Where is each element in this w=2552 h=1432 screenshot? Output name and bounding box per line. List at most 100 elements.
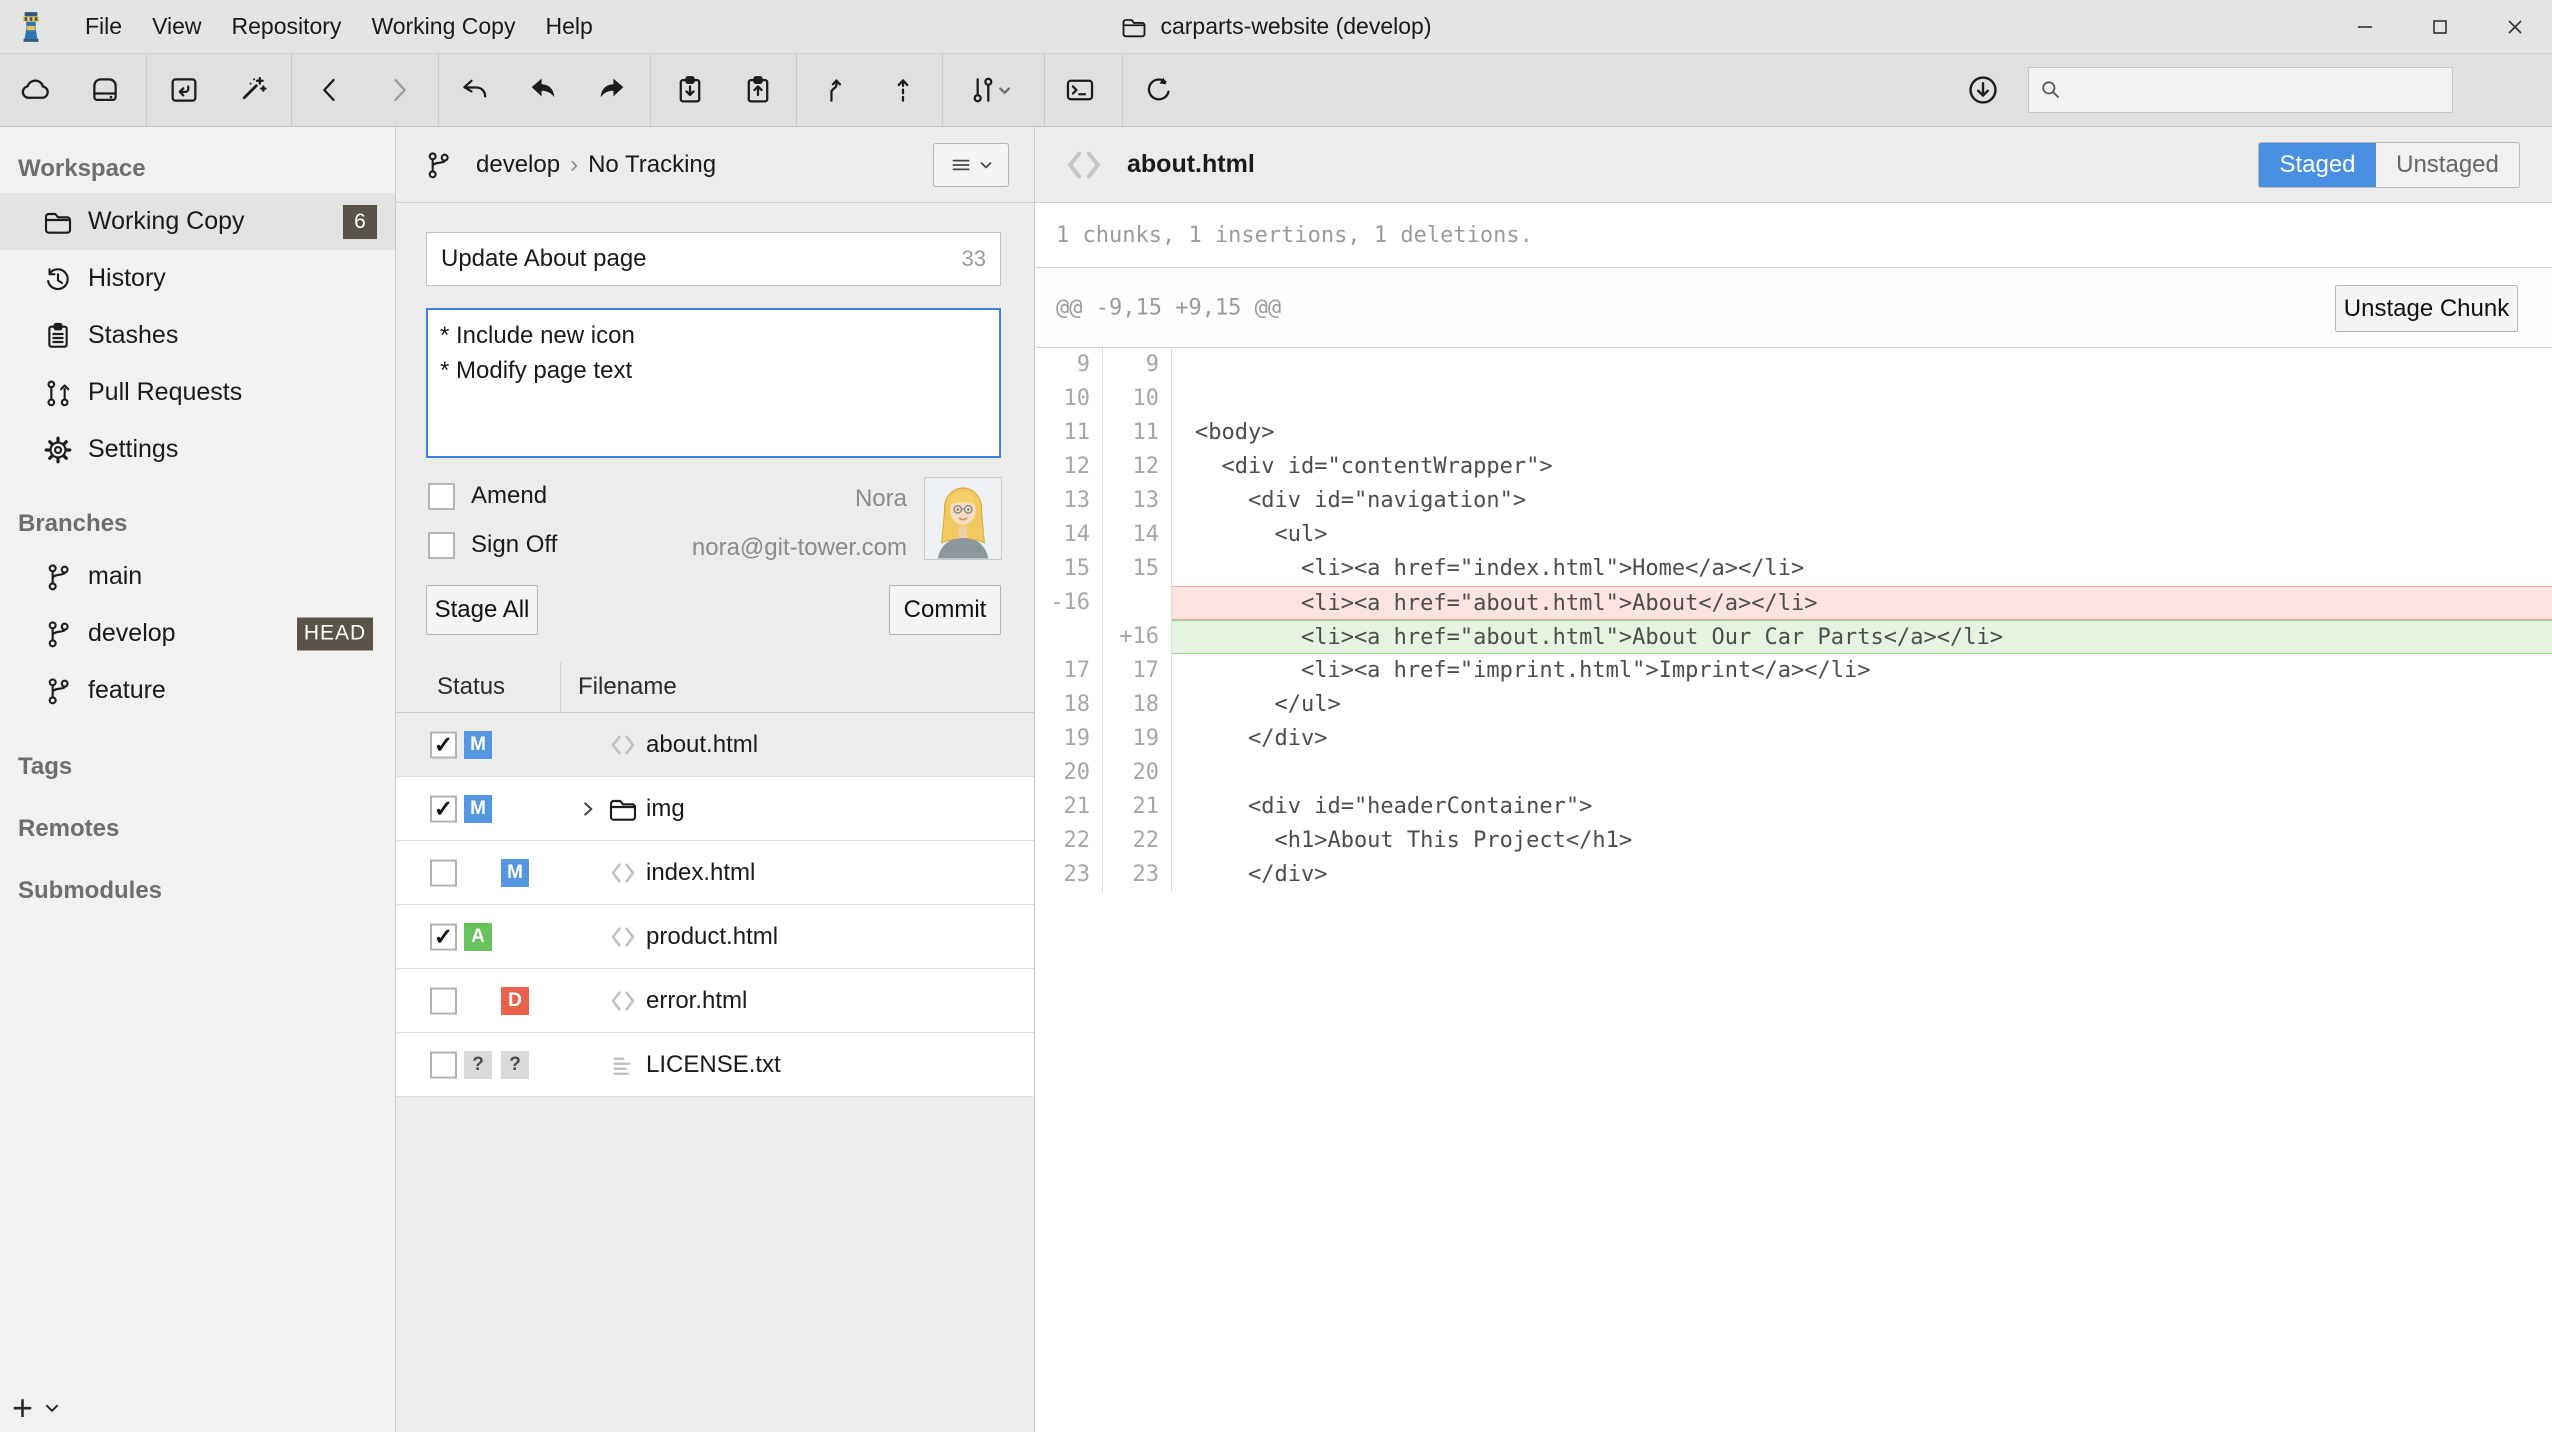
compare-button[interactable] xyxy=(958,68,1020,112)
terminal-button[interactable] xyxy=(1058,68,1102,112)
stage-checkbox[interactable]: ✓ xyxy=(430,795,457,822)
file-row-license[interactable]: ? ? LICENSE.txt xyxy=(396,1033,1034,1097)
code-text: <div id="headerContainer"> xyxy=(1172,790,2552,824)
subject-char-counter: 33 xyxy=(962,246,986,272)
search-input[interactable] xyxy=(2064,68,2452,112)
signoff-label: Sign Off xyxy=(471,531,557,559)
menu-file[interactable]: File xyxy=(70,0,137,53)
sidebar-item-settings[interactable]: Settings xyxy=(0,421,395,478)
old-line-number: 20 xyxy=(1035,756,1103,790)
diff-line-added: +16 <li><a href="about.html">About Our C… xyxy=(1035,620,2552,654)
commit-message-textarea[interactable]: * Include new icon * Modify page text xyxy=(426,308,1001,458)
unstage-chunk-button[interactable]: Unstage Chunk xyxy=(2335,285,2518,332)
search-field[interactable] xyxy=(2028,67,2453,113)
column-divider[interactable] xyxy=(560,662,561,713)
diff-line-deleted: -16 <li><a href="about.html">About</a></… xyxy=(1035,586,2552,620)
undo-button[interactable] xyxy=(453,68,497,112)
new-line-number: 12 xyxy=(1103,450,1172,484)
file-list-header: Status Filename xyxy=(396,662,1034,713)
stash-apply-button[interactable] xyxy=(736,68,780,112)
close-button[interactable] xyxy=(2477,0,2552,53)
breadcrumb-separator: › xyxy=(570,151,578,178)
stash-save-button[interactable] xyxy=(668,68,712,112)
file-name: LICENSE.txt xyxy=(646,1051,781,1079)
submodules-section-header[interactable]: Submodules xyxy=(0,877,395,905)
filename-column-header[interactable]: Filename xyxy=(578,673,677,701)
commit-button[interactable]: Commit xyxy=(889,585,1001,635)
local-repositories-button[interactable] xyxy=(83,68,127,112)
sidebar-branch-main[interactable]: main xyxy=(0,548,395,605)
stage-checkbox[interactable] xyxy=(430,1051,457,1078)
unstaged-tab[interactable]: Unstaged xyxy=(2376,143,2519,187)
tracking-status[interactable]: No Tracking xyxy=(588,151,716,178)
pull-request-icon xyxy=(42,377,74,409)
stage-checkbox[interactable] xyxy=(430,987,457,1014)
file-row-index[interactable]: M index.html xyxy=(396,841,1034,905)
tags-section-header[interactable]: Tags xyxy=(0,753,395,781)
sidebar-item-stashes[interactable]: Stashes xyxy=(0,307,395,364)
amend-checkbox[interactable] xyxy=(428,483,455,510)
diff-view[interactable]: 99 1010 1111<body> 1212 <div id="content… xyxy=(1035,348,2552,892)
commit-subject-input[interactable]: Update About page 33 xyxy=(426,232,1001,286)
menu-working-copy[interactable]: Working Copy xyxy=(356,0,530,53)
file-row-product[interactable]: ✓ A product.html xyxy=(396,905,1034,969)
maximize-button[interactable] xyxy=(2402,0,2477,53)
menu-repository[interactable]: Repository xyxy=(217,0,357,53)
sidebar-branch-develop[interactable]: develop HEAD xyxy=(0,605,395,662)
rebase-button[interactable] xyxy=(881,68,925,112)
expander-chevron-icon[interactable] xyxy=(579,800,597,818)
file-row-error[interactable]: D error.html xyxy=(396,969,1034,1033)
open-repository-button[interactable] xyxy=(162,68,206,112)
file-list: ✓ M about.html ✓ M img M index.html xyxy=(396,713,1034,1097)
stage-checkbox[interactable]: ✓ xyxy=(430,731,457,758)
old-line-number: 15 xyxy=(1035,552,1103,586)
branch-label: feature xyxy=(88,676,166,705)
redo-button[interactable] xyxy=(590,68,634,112)
folder-icon xyxy=(607,793,639,825)
file-row-img[interactable]: ✓ M img xyxy=(396,777,1034,841)
menu-help[interactable]: Help xyxy=(530,0,607,53)
diff-line: 1818 </ul> xyxy=(1035,688,2552,722)
stage-checkbox[interactable] xyxy=(430,859,457,886)
sidebar-item-working-copy[interactable]: Working Copy 6 xyxy=(0,193,395,250)
code-text: </div> xyxy=(1172,858,2552,892)
stage-all-button[interactable]: Stage All xyxy=(426,585,538,635)
new-line-number: 18 xyxy=(1103,688,1172,722)
branches-section-header: Branches xyxy=(0,510,395,538)
menu-view[interactable]: View xyxy=(137,0,216,53)
current-branch[interactable]: develop xyxy=(476,151,560,178)
forward-button[interactable] xyxy=(377,68,421,112)
diff-line: 1414 <ul> xyxy=(1035,518,2552,552)
minimize-button[interactable] xyxy=(2327,0,2402,53)
quick-actions-wand-button[interactable] xyxy=(230,68,274,112)
new-line-number: 15 xyxy=(1103,552,1172,586)
status-column-header[interactable]: Status xyxy=(437,673,505,701)
discard-button[interactable] xyxy=(521,68,565,112)
branch-options-button[interactable] xyxy=(933,143,1009,187)
sidebar-item-history[interactable]: History xyxy=(0,250,395,307)
refresh-button[interactable] xyxy=(1137,68,1181,112)
old-line-number: 23 xyxy=(1035,858,1103,892)
titlebar: File View Repository Working Copy Help c… xyxy=(0,0,2552,54)
cloud-services-button[interactable] xyxy=(13,68,57,112)
back-button[interactable] xyxy=(308,68,352,112)
stage-checkbox[interactable]: ✓ xyxy=(430,923,457,950)
file-row-about[interactable]: ✓ M about.html xyxy=(396,713,1034,777)
author-email: nora@git-tower.com xyxy=(692,534,907,562)
signoff-checkbox[interactable] xyxy=(428,532,455,559)
sidebar-branch-feature[interactable]: feature xyxy=(0,662,395,719)
remotes-section-header[interactable]: Remotes xyxy=(0,815,395,843)
status-badge-deleted: D xyxy=(501,987,529,1015)
new-line-number: +16 xyxy=(1103,620,1172,654)
staged-tab[interactable]: Staged xyxy=(2259,143,2376,187)
gear-icon xyxy=(42,434,74,466)
avatar[interactable] xyxy=(924,477,1002,560)
chunk-range: @@ -9,15 +9,15 @@ xyxy=(1056,295,1281,320)
fetch-download-button[interactable] xyxy=(1961,68,2005,112)
diff-line: 2020 xyxy=(1035,756,2552,790)
merge-button[interactable] xyxy=(813,68,857,112)
add-repository-button[interactable]: + xyxy=(12,1390,61,1426)
file-name: product.html xyxy=(646,923,778,951)
sidebar-item-pull-requests[interactable]: Pull Requests xyxy=(0,364,395,421)
sidebar-item-label: History xyxy=(88,264,166,293)
